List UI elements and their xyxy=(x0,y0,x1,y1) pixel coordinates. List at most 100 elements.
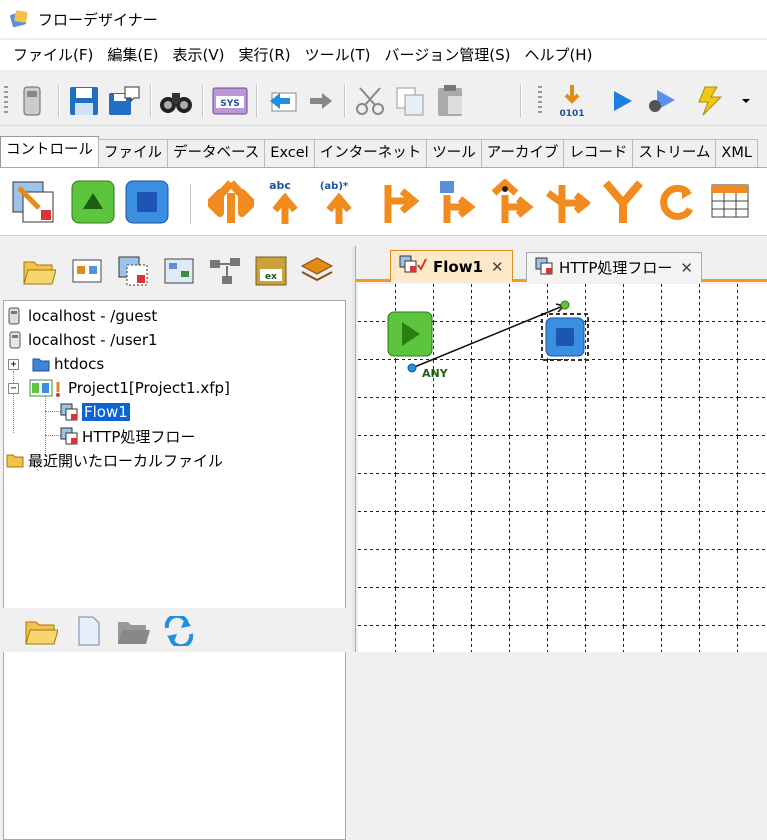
table-icon[interactable] xyxy=(708,178,754,226)
debug-run-icon[interactable] xyxy=(644,82,680,120)
loop-icon[interactable] xyxy=(652,178,698,226)
toolbar-grip[interactable] xyxy=(538,86,542,116)
tab-record[interactable]: レコード xyxy=(563,139,634,167)
main-toolbar: SYS 0101 xyxy=(0,76,767,126)
excel-icon[interactable]: ex xyxy=(254,254,288,288)
system-variables-icon[interactable]: SYS xyxy=(212,82,248,120)
redo-icon[interactable] xyxy=(302,82,338,120)
save-icon[interactable] xyxy=(66,82,102,120)
sys-label: SYS xyxy=(220,99,239,109)
tab-archive[interactable]: アーカイブ xyxy=(480,139,565,167)
tree-node-recent-files[interactable]: 最近開いたローカルファイル xyxy=(6,449,223,471)
tab-internet[interactable]: インターネット xyxy=(313,139,428,167)
menu-help[interactable]: ヘルプ(H) xyxy=(517,40,599,70)
end-icon[interactable] xyxy=(124,178,170,226)
open-folder-icon[interactable] xyxy=(22,254,56,288)
tab-xml[interactable]: XML xyxy=(715,139,758,167)
end-node[interactable] xyxy=(541,313,589,361)
multi-branch-icon[interactable] xyxy=(544,178,590,226)
flow-view-icon[interactable] xyxy=(116,254,150,288)
folder-disabled-icon[interactable] xyxy=(116,614,150,648)
flow-icon xyxy=(60,403,78,421)
menu-bar: ファイル(F) 編集(E) 表示(V) 実行(R) ツール(T) バージョン管理… xyxy=(0,40,767,70)
tree-node-user1[interactable]: localhost - /user1 xyxy=(6,329,158,351)
start-node[interactable] xyxy=(387,311,433,357)
run-icon[interactable] xyxy=(604,82,640,120)
server-icon xyxy=(6,331,24,349)
tree-node-guest[interactable]: localhost - /guest xyxy=(6,305,157,327)
close-icon[interactable]: ✕ xyxy=(680,259,693,277)
copy-icon[interactable] xyxy=(392,82,428,120)
toolbar-grip[interactable] xyxy=(4,86,8,116)
undo-icon[interactable] xyxy=(264,82,300,120)
hierarchy-icon[interactable] xyxy=(208,254,242,288)
refresh-icon[interactable] xyxy=(162,614,196,648)
flow-canvas[interactable]: ANY xyxy=(358,284,767,652)
loop-condition-icon[interactable] xyxy=(488,178,534,226)
output-port[interactable] xyxy=(407,363,417,373)
condition-right-icon[interactable] xyxy=(374,178,420,226)
tree-node-label: 最近開いたローカルファイル xyxy=(28,451,224,470)
regex-branch-icon[interactable]: (ab)* xyxy=(316,178,362,226)
menu-run[interactable]: 実行(R) xyxy=(232,40,298,70)
layers-icon[interactable] xyxy=(300,254,334,288)
find-icon[interactable] xyxy=(158,82,194,120)
tree-node-label: HTTP処理フロー xyxy=(82,427,196,446)
merge-icon[interactable] xyxy=(600,178,646,226)
tree-node-label: Project1[Project1.xfp] xyxy=(68,379,230,397)
connector-line[interactable] xyxy=(411,305,564,369)
project-panel: ex localhost - /guest localhost - /user1… xyxy=(0,246,355,840)
expand-toggle[interactable]: + xyxy=(8,359,19,370)
flow-editor: Flow1 ✕ HTTP処理フロー ✕ ANY xyxy=(356,246,767,652)
flow-component-icon[interactable] xyxy=(10,178,56,226)
tree-node-label: localhost - /user1 xyxy=(28,331,158,349)
new-file-icon[interactable] xyxy=(72,614,106,648)
cut-icon[interactable] xyxy=(352,82,388,120)
menu-file[interactable]: ファイル(F) xyxy=(6,40,100,70)
tree-node-label: Flow1 xyxy=(82,403,130,421)
tab-database[interactable]: データベース xyxy=(167,139,266,167)
tab-stream[interactable]: ストリーム xyxy=(632,139,717,167)
tree-node-http-flow[interactable]: HTTP処理フロー xyxy=(60,425,195,447)
tree-line xyxy=(45,411,61,412)
tab-tools[interactable]: ツール xyxy=(426,139,482,167)
menu-tools[interactable]: ツール(T) xyxy=(298,40,378,70)
toolbar-separator xyxy=(58,84,60,118)
input-port[interactable] xyxy=(560,300,570,310)
close-icon[interactable]: ✕ xyxy=(491,258,504,276)
tab-flow1[interactable]: Flow1 ✕ xyxy=(390,250,513,282)
paste-icon[interactable] xyxy=(432,82,468,120)
menu-version-control[interactable]: バージョン管理(S) xyxy=(378,40,518,70)
menu-edit[interactable]: 編集(E) xyxy=(100,40,165,70)
tab-excel[interactable]: Excel xyxy=(264,139,315,167)
collapse-toggle[interactable]: − xyxy=(8,383,19,394)
tree-node-flow1[interactable]: Flow1 xyxy=(60,401,130,423)
tree-node-label: localhost - /guest xyxy=(28,307,158,325)
tree-node-project1[interactable]: Project1[Project1.xfp] xyxy=(28,377,230,399)
tab-http-flow[interactable]: HTTP処理フロー ✕ xyxy=(526,252,702,282)
svg-text:ex: ex xyxy=(265,272,277,282)
folder-icon xyxy=(32,355,50,373)
lightning-icon[interactable] xyxy=(692,82,728,120)
toolbar-separator xyxy=(344,84,346,118)
branch-icon[interactable] xyxy=(208,178,254,226)
bottom-toolbar xyxy=(0,608,355,652)
clipboard-icon[interactable] xyxy=(14,82,50,120)
mapper-icon[interactable] xyxy=(162,254,196,288)
dropdown-icon[interactable] xyxy=(734,82,758,120)
abc-branch-icon[interactable]: abc xyxy=(262,178,308,226)
component-view-icon[interactable] xyxy=(70,254,104,288)
palette-separator xyxy=(190,184,192,224)
tree-node-htdocs[interactable]: htdocs xyxy=(32,353,104,375)
start-icon[interactable] xyxy=(70,178,116,226)
editor-tab-strip: Flow1 ✕ HTTP処理フロー ✕ xyxy=(356,246,767,282)
toolbar-separator xyxy=(150,84,152,118)
menu-view[interactable]: 表示(V) xyxy=(166,40,232,70)
tab-control[interactable]: コントロール xyxy=(0,136,99,167)
project-icon xyxy=(28,379,64,397)
parallel-branch-icon[interactable] xyxy=(430,178,476,226)
tab-file[interactable]: ファイル xyxy=(98,139,168,167)
save-as-icon[interactable] xyxy=(106,82,142,120)
debug-step-icon[interactable]: 0101 xyxy=(554,82,590,120)
open-folder-icon[interactable] xyxy=(24,614,58,648)
